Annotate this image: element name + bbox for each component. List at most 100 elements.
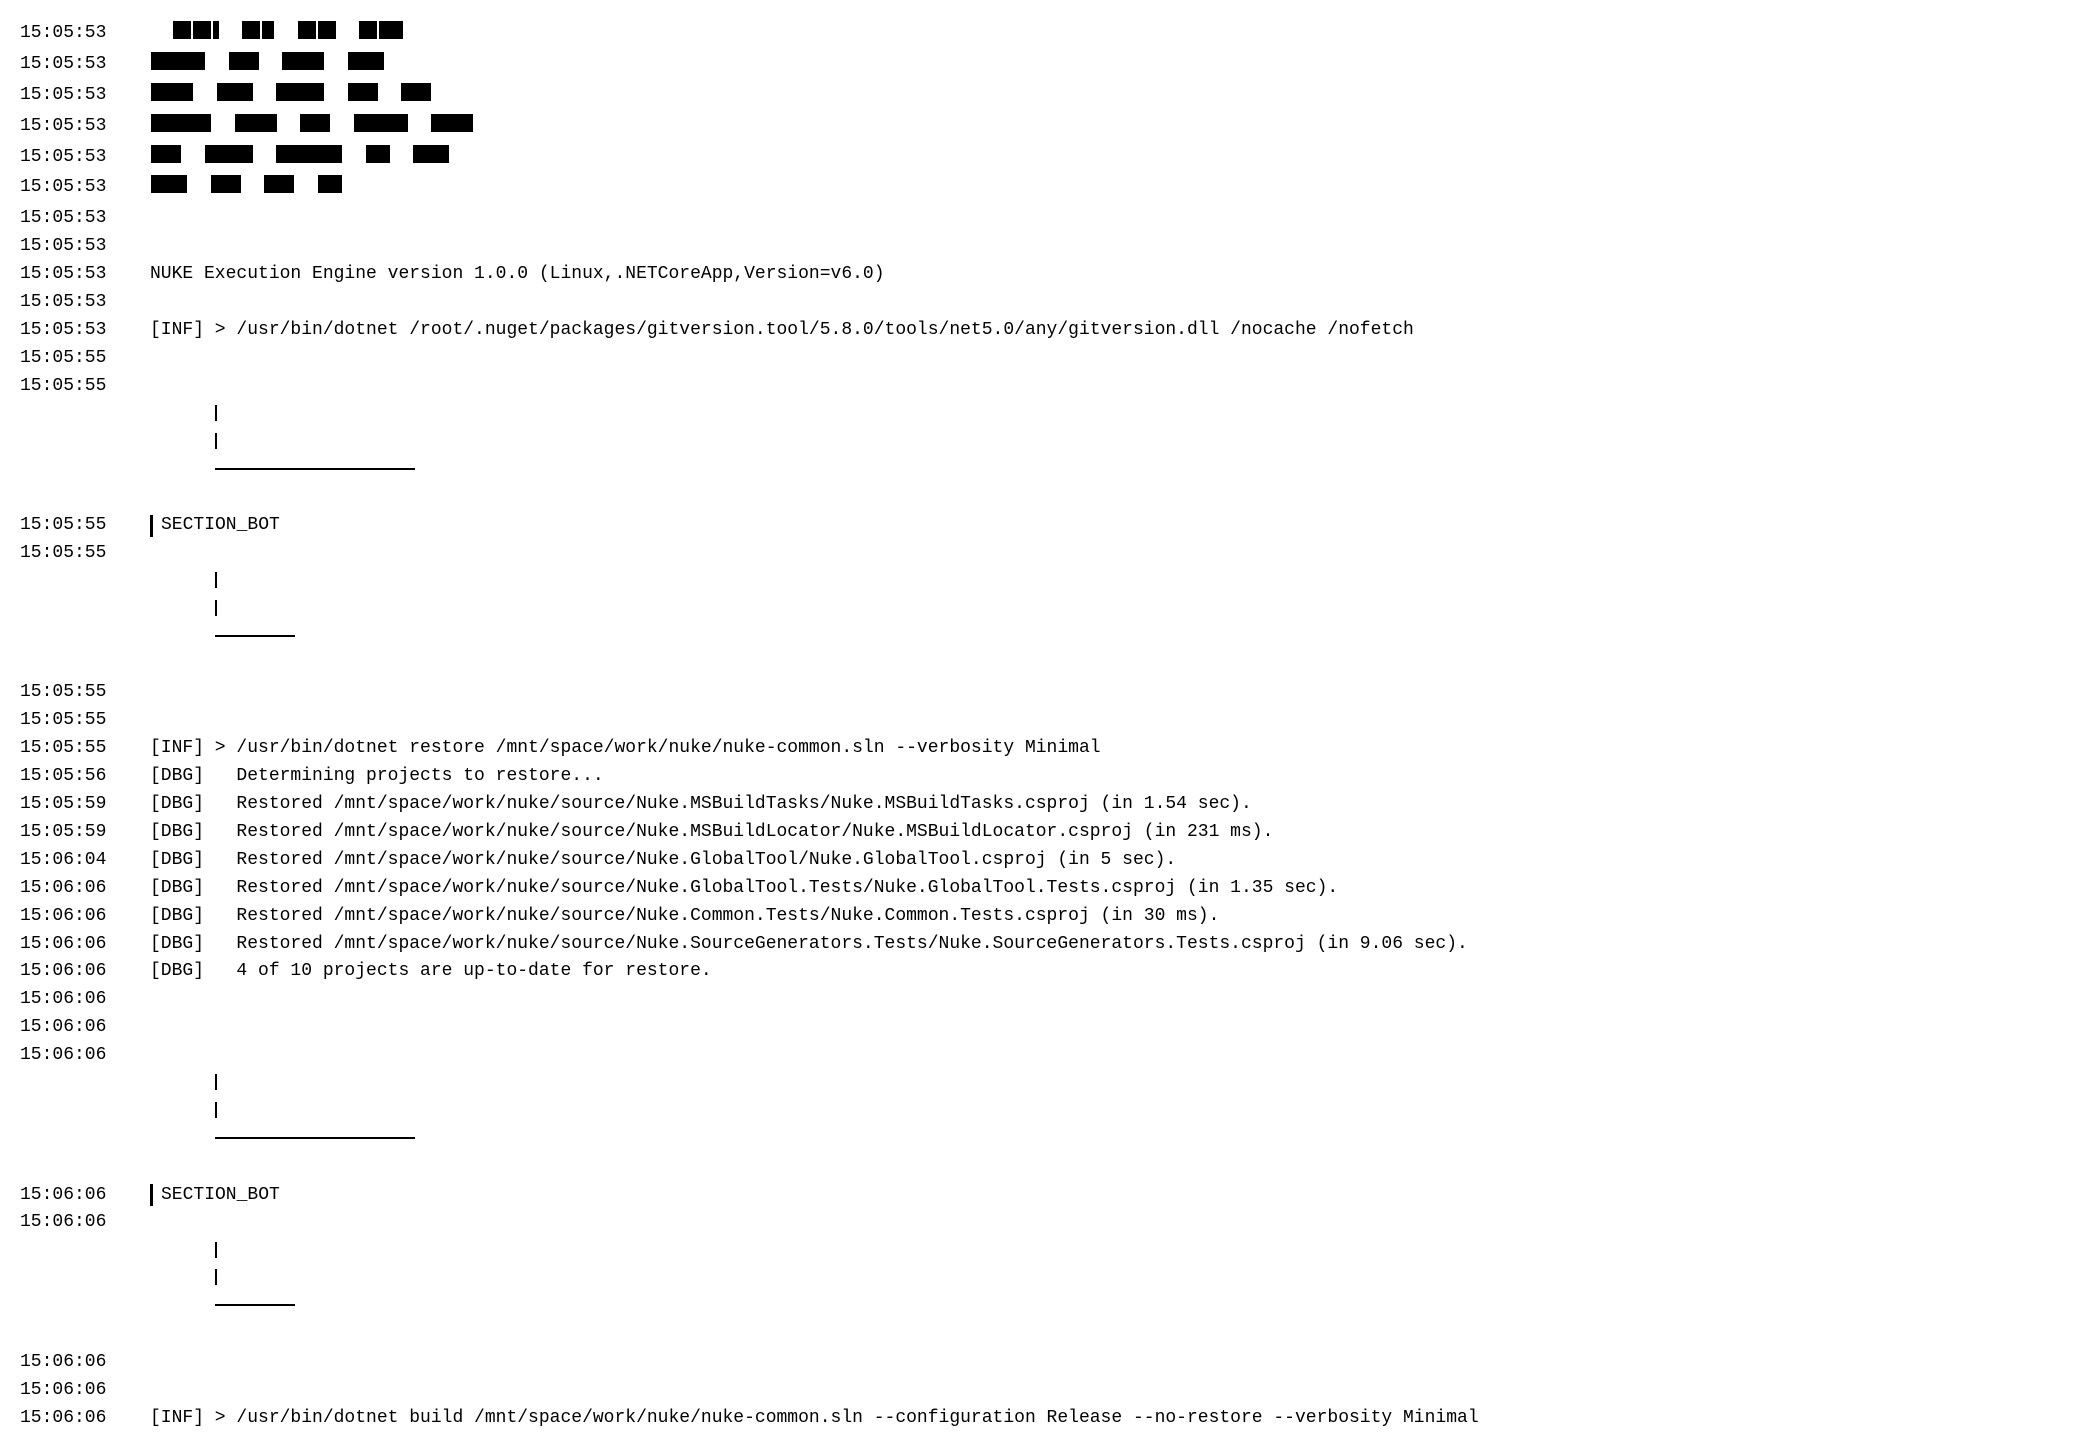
timestamp: 15:05:53 [20, 261, 150, 289]
timestamp: 15:05:59 [20, 819, 150, 847]
content [150, 1014, 2080, 1042]
timestamp: 15:06:06 [20, 1182, 150, 1210]
logo-line-3 [150, 82, 2080, 113]
timestamp: 15:05:55 [20, 512, 150, 540]
log-line-dbg-restored-2: 15:05:59 [DBG] Restored /mnt/space/work/… [20, 819, 2080, 847]
timestamp: 15:05:55 [20, 735, 150, 763]
dbg-restored-3-text: [DBG] Restored /mnt/space/work/nuke/sour… [150, 847, 2080, 875]
log-line: 15:05:53 [20, 113, 2080, 144]
divider-top-content [150, 1042, 2080, 1181]
blank-line: 15:06:06 [20, 1377, 2080, 1405]
log-line: 15:05:53 [20, 174, 2080, 205]
timestamp: 15:06:06 [20, 1377, 150, 1405]
content [150, 1349, 2080, 1377]
timestamp: 15:05:55 [20, 345, 150, 373]
section-divider-bot-compile: 15:06:06 [20, 1209, 2080, 1348]
dbg-restored-2-text: [DBG] Restored /mnt/space/work/nuke/sour… [150, 819, 2080, 847]
log-line-inf-restore: 15:05:55 [INF] > /usr/bin/dotnet restore… [20, 735, 2080, 763]
log-line-dbg-restored-6: 15:06:06 [DBG] Restored /mnt/space/work/… [20, 931, 2080, 959]
content [150, 707, 2080, 735]
section-divider-bot-restore: 15:05:55 [20, 540, 2080, 679]
divider-bot-content [150, 1209, 2080, 1348]
timestamp: 15:05:53 [20, 144, 150, 172]
section-title-compile: 15:06:06 SECTION_BOT [20, 1182, 2080, 1210]
section-divider-top-compile: 15:06:06 [20, 1042, 2080, 1181]
timestamp: 15:06:06 [20, 1349, 150, 1377]
section-title-content: SECTION_BOT [150, 512, 2080, 540]
dbg-uptodate-text: [DBG] 4 of 10 projects are up-to-date fo… [150, 958, 2080, 986]
log-line: 15:05:53 [20, 51, 2080, 82]
timestamp: 15:06:06 [20, 1209, 150, 1237]
logo-line-5 [150, 144, 2080, 175]
timestamp: 15:05:55 [20, 679, 150, 707]
timestamp: 15:05:53 [20, 233, 150, 261]
divider-top-content [150, 373, 2080, 512]
blank-line: 15:05:53 [20, 205, 2080, 233]
blank-line: 15:05:55 [20, 345, 2080, 373]
timestamp: 15:05:53 [20, 174, 150, 202]
section-title-content: SECTION_BOT [150, 1182, 2080, 1210]
dbg-restored-6-text: [DBG] Restored /mnt/space/work/nuke/sour… [150, 931, 2080, 959]
timestamp: 15:06:06 [20, 1014, 150, 1042]
timestamp: 15:06:06 [20, 903, 150, 931]
log-line-dbg-restored-4: 15:06:06 [DBG] Restored /mnt/space/work/… [20, 875, 2080, 903]
dbg-restored-5-text: [DBG] Restored /mnt/space/work/nuke/sour… [150, 903, 2080, 931]
timestamp: 15:06:04 [20, 847, 150, 875]
blank-line: 15:05:53 [20, 233, 2080, 261]
timestamp: 15:05:53 [20, 20, 150, 48]
section-label-restore: SECTION_BOT [161, 512, 280, 540]
timestamp: 15:05:53 [20, 205, 150, 233]
log-line: 15:05:53 [20, 82, 2080, 113]
timestamp: 15:06:06 [20, 958, 150, 986]
log-line: 15:05:53 [20, 20, 2080, 51]
blank-line: 15:06:06 [20, 986, 2080, 1014]
log-line-inf-build: 15:06:06 [INF] > /usr/bin/dotnet build /… [20, 1405, 2080, 1433]
timestamp: 15:05:53 [20, 317, 150, 345]
divider-bot-content [150, 540, 2080, 679]
content [150, 986, 2080, 1014]
blank-line: 15:05:55 [20, 679, 2080, 707]
timestamp: 15:05:53 [20, 51, 150, 79]
log-line: 15:05:53 [20, 144, 2080, 175]
timestamp: 15:05:59 [20, 791, 150, 819]
log-line-dbg-uptodate: 15:06:06 [DBG] 4 of 10 projects are up-t… [20, 958, 2080, 986]
log-line-dbg-restored-1: 15:05:59 [DBG] Restored /mnt/space/work/… [20, 791, 2080, 819]
nuke-logo: 15:05:53 15:05:53 15:05:53 15:05:53 15:0… [20, 20, 2080, 205]
blank-line: 15:05:53 [20, 289, 2080, 317]
logo-line-4 [150, 113, 2080, 144]
logo-line-6 [150, 174, 2080, 205]
timestamp: 15:06:06 [20, 986, 150, 1014]
content [150, 345, 2080, 373]
inf-restore-text: [INF] > /usr/bin/dotnet restore /mnt/spa… [150, 735, 2080, 763]
logo-line-1 [150, 20, 2080, 51]
log-line-dbg-determining: 15:05:56 [DBG] Determining projects to r… [20, 763, 2080, 791]
content [150, 679, 2080, 707]
log-line-nuke-version: 15:05:53 NUKE Execution Engine version 1… [20, 261, 2080, 289]
log-line-dbg-restored-5: 15:06:06 [DBG] Restored /mnt/space/work/… [20, 903, 2080, 931]
content [150, 205, 2080, 233]
log-line-inf-gitversion: 15:05:53 [INF] > /usr/bin/dotnet /root/.… [20, 317, 2080, 345]
section-label-compile: SECTION_BOT [161, 1182, 280, 1210]
blank-line: 15:06:06 [20, 1014, 2080, 1042]
section-divider-top-restore: 15:05:55 [20, 373, 2080, 512]
dbg-determining-text: [DBG] Determining projects to restore... [150, 763, 2080, 791]
dbg-restored-1-text: [DBG] Restored /mnt/space/work/nuke/sour… [150, 791, 2080, 819]
timestamp: 15:05:56 [20, 763, 150, 791]
content [150, 289, 2080, 317]
timestamp: 15:05:53 [20, 289, 150, 317]
nuke-version-text: NUKE Execution Engine version 1.0.0 (Lin… [150, 261, 2080, 289]
timestamp: 15:05:55 [20, 373, 150, 401]
inf-build-text: [INF] > /usr/bin/dotnet build /mnt/space… [150, 1405, 2080, 1433]
blank-line: 15:06:06 [20, 1349, 2080, 1377]
blank-line: 15:05:55 [20, 707, 2080, 735]
timestamp: 15:06:06 [20, 931, 150, 959]
timestamp: 15:06:06 [20, 875, 150, 903]
content [150, 1377, 2080, 1405]
content [150, 233, 2080, 261]
timestamp: 15:05:55 [20, 540, 150, 568]
timestamp: 15:05:55 [20, 707, 150, 735]
timestamp: 15:06:06 [20, 1042, 150, 1070]
dbg-restored-4-text: [DBG] Restored /mnt/space/work/nuke/sour… [150, 875, 2080, 903]
section-title-restore: 15:05:55 SECTION_BOT [20, 512, 2080, 540]
timestamp: 15:06:06 [20, 1405, 150, 1433]
